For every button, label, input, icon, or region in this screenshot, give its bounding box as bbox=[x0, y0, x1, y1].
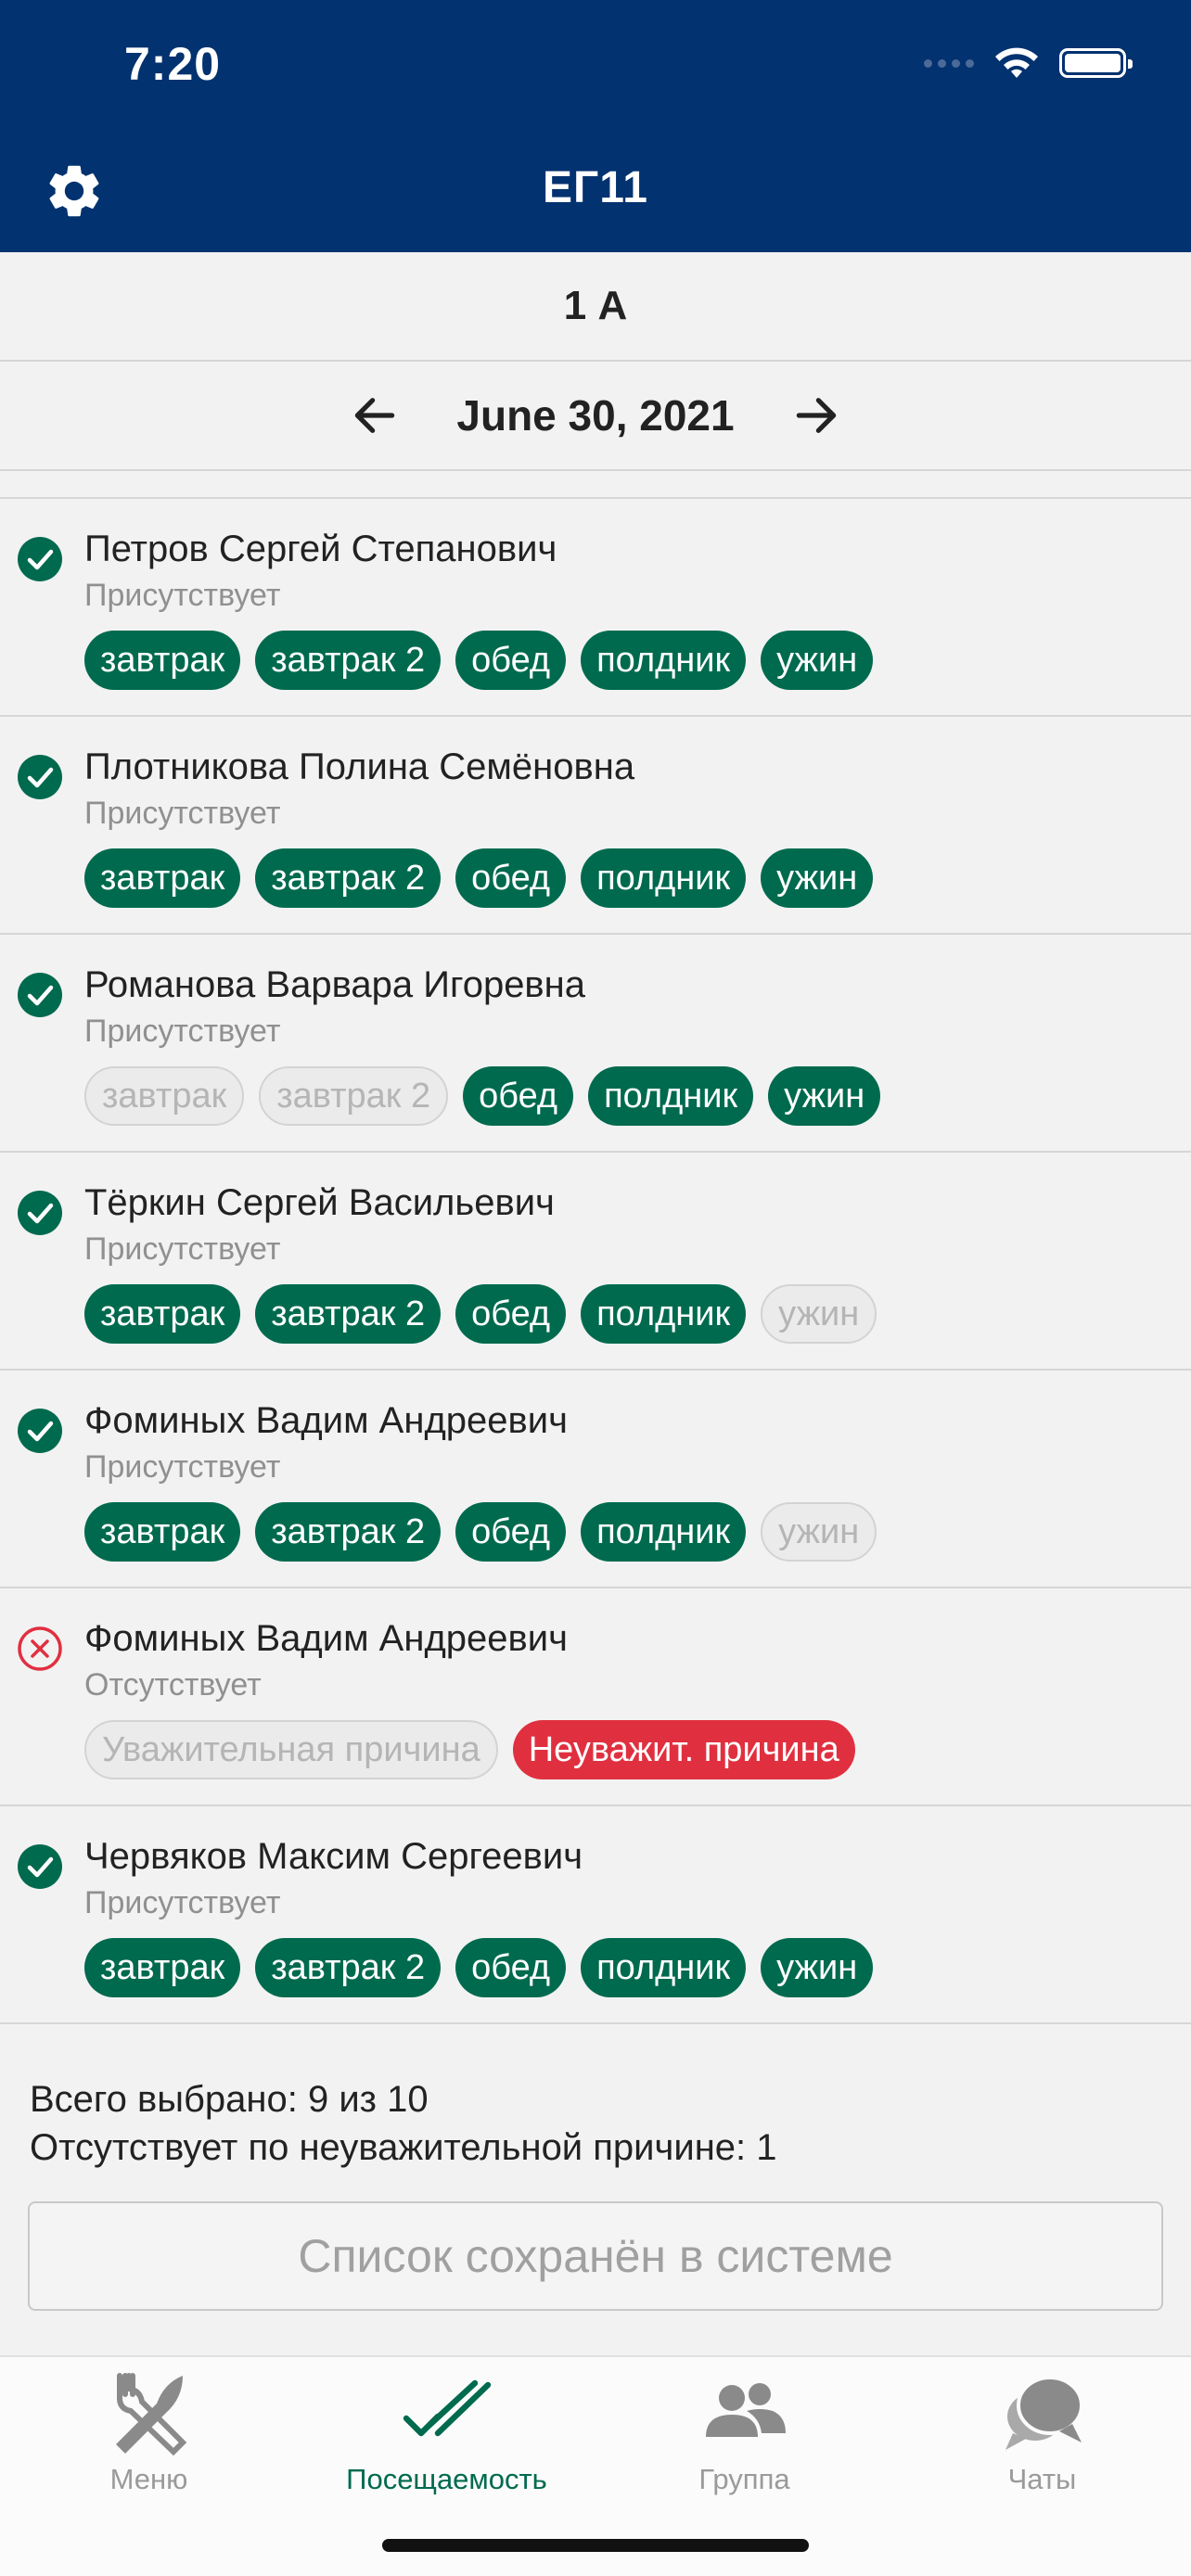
attendance-status: Отсутствует bbox=[84, 1667, 262, 1702]
check-circle-icon[interactable] bbox=[17, 972, 63, 1018]
check-circle-icon[interactable] bbox=[17, 1408, 63, 1454]
tab-attendance[interactable]: Посещаемость bbox=[298, 2357, 596, 2495]
meal-chip[interactable]: завтрак 2 bbox=[255, 631, 442, 690]
app-title: ЕГ11 bbox=[543, 163, 648, 212]
student-name: Червяков Максим Сергеевич bbox=[84, 1836, 583, 1877]
meal-chip[interactable]: завтрак 2 bbox=[255, 1284, 442, 1344]
meal-chip[interactable]: обед bbox=[455, 1284, 567, 1344]
people-icon bbox=[705, 2383, 786, 2437]
meal-chip[interactable]: ужин bbox=[761, 1284, 877, 1344]
check-circle-icon[interactable] bbox=[17, 1843, 63, 1890]
signal-icon bbox=[924, 58, 974, 68]
attendance-status: Присутствует bbox=[84, 578, 281, 613]
save-list-label: Список сохранён в системе bbox=[298, 2230, 893, 2282]
student-row[interactable]: Романова Варвара Игоревна Присутствует зав… bbox=[0, 935, 1191, 1153]
student-row[interactable]: Тёркин Сергей Васильевич Присутствует завт… bbox=[0, 1153, 1191, 1371]
student-name: Тёркин Сергей Васильевич bbox=[84, 1182, 555, 1223]
meal-chip[interactable]: обед bbox=[463, 1066, 574, 1126]
tab-group[interactable]: Группа bbox=[596, 2357, 893, 2495]
meal-chip[interactable]: полдник bbox=[581, 631, 747, 690]
meal-chip[interactable]: завтрак 2 bbox=[255, 1502, 442, 1562]
student-row[interactable]: Петров Сергей Степанович Присутствует завт… bbox=[0, 499, 1191, 717]
meal-chip[interactable]: завтрак bbox=[84, 1502, 241, 1562]
group-selector[interactable]: 1 А bbox=[0, 252, 1191, 362]
meal-chips: завтрак завтрак 2 обед полдник ужин bbox=[84, 1502, 877, 1562]
meal-chip[interactable]: полдник bbox=[581, 1938, 747, 1997]
student-list: Петров Сергей Степанович Присутствует завт… bbox=[0, 499, 1191, 2024]
current-date: June 30, 2021 bbox=[456, 391, 735, 440]
attendance-status: Присутствует bbox=[84, 796, 281, 831]
attendance-status: Присутствует bbox=[84, 1449, 281, 1485]
meal-chip[interactable]: ужин bbox=[761, 848, 874, 908]
meal-chip[interactable]: ужин bbox=[761, 1938, 874, 1997]
meal-chip[interactable]: обед bbox=[455, 631, 567, 690]
meal-chips: завтрак завтрак 2 обед полдник ужин bbox=[84, 631, 874, 690]
tab-attendance-label: Посещаемость bbox=[346, 2463, 547, 2495]
meal-chip[interactable]: полдник bbox=[581, 1502, 747, 1562]
meal-chip[interactable]: завтрак bbox=[84, 848, 241, 908]
meal-chip[interactable]: ужин bbox=[768, 1066, 881, 1126]
meal-chip[interactable]: завтрак 2 bbox=[259, 1066, 449, 1126]
student-row[interactable]: Фоминых Вадим Андреевич Присутствует завтр… bbox=[0, 1371, 1191, 1588]
meal-chip[interactable]: завтрак bbox=[84, 631, 241, 690]
fork-knife-icon bbox=[115, 2373, 186, 2456]
meal-chip[interactable]: завтрак bbox=[84, 1284, 241, 1344]
student-row[interactable]: Плотникова Полина Семёновна Присутствует з… bbox=[0, 717, 1191, 935]
meal-chip[interactable]: полдник bbox=[581, 848, 747, 908]
student-name: Романова Варвара Игоревна bbox=[84, 964, 586, 1005]
student-name: Петров Сергей Степанович bbox=[84, 529, 557, 569]
status-time: 7:20 bbox=[124, 38, 222, 90]
close-circle-icon[interactable] bbox=[17, 1626, 63, 1672]
student-row[interactable]: Фоминых Вадим Андреевич Отсутствует Уважит… bbox=[0, 1588, 1191, 1806]
meal-chip[interactable]: завтрак bbox=[84, 1066, 245, 1126]
tab-chats[interactable]: Чаты bbox=[893, 2357, 1191, 2495]
student-name: Плотникова Полина Семёновна bbox=[84, 746, 635, 787]
date-navigator: June 30, 2021 bbox=[0, 362, 1191, 471]
attendance-summary: Всего выбрано: 9 из 10 Отсутствует по не… bbox=[30, 2075, 777, 2172]
meal-chips: завтрак завтрак 2 обед полдник ужин bbox=[84, 1938, 874, 1997]
meal-chips: завтрак завтрак 2 обед полдник ужин bbox=[84, 1066, 881, 1126]
check-circle-icon[interactable] bbox=[17, 754, 63, 800]
meal-chips: завтрак завтрак 2 обед полдник ужин bbox=[84, 848, 874, 908]
tab-menu-label: Меню bbox=[109, 2463, 188, 2495]
absence-reason-chip[interactable]: Уважительная причина bbox=[84, 1720, 498, 1779]
attendance-status: Присутствует bbox=[84, 1231, 281, 1267]
meal-chip[interactable]: завтрак 2 bbox=[255, 1938, 442, 1997]
selected-count: Всего выбрано: 9 из 10 bbox=[30, 2079, 429, 2120]
check-circle-icon[interactable] bbox=[17, 536, 63, 582]
status-icons bbox=[924, 45, 1133, 82]
arrow-left-icon[interactable] bbox=[349, 389, 401, 441]
chat-bubbles-icon bbox=[1005, 2376, 1083, 2450]
unexcused-count: Отсутствует по неуважительной причине: 1 bbox=[30, 2127, 777, 2168]
tab-menu[interactable]: Меню bbox=[0, 2357, 298, 2495]
app-header: 7:20 ЕГ11 bbox=[0, 0, 1191, 252]
battery-icon bbox=[1059, 48, 1133, 78]
attendance-status: Присутствует bbox=[84, 1014, 281, 1049]
student-row[interactable]: Червяков Максим Сергеевич Присутствует зав… bbox=[0, 1806, 1191, 2024]
meal-chip[interactable]: ужин bbox=[761, 1502, 877, 1562]
save-list-button[interactable]: Список сохранён в системе bbox=[28, 2201, 1163, 2311]
arrow-right-icon[interactable] bbox=[790, 389, 842, 441]
check-circle-icon[interactable] bbox=[17, 1190, 63, 1236]
meal-chip[interactable]: полдник bbox=[581, 1284, 747, 1344]
attendance-status: Присутствует bbox=[84, 1885, 281, 1920]
wifi-icon bbox=[995, 47, 1038, 78]
meal-chip[interactable]: завтрак 2 bbox=[255, 848, 442, 908]
group-name: 1 А bbox=[563, 283, 628, 328]
tab-group-label: Группа bbox=[698, 2463, 790, 2495]
meal-chip[interactable]: обед bbox=[455, 1938, 567, 1997]
meal-chip[interactable]: ужин bbox=[761, 631, 874, 690]
meal-chip[interactable]: завтрак bbox=[84, 1938, 241, 1997]
meal-chip[interactable]: полдник bbox=[588, 1066, 754, 1126]
student-name: Фоминых Вадим Андреевич bbox=[84, 1400, 568, 1441]
meal-chip[interactable]: обед bbox=[455, 848, 567, 908]
tab-chats-label: Чаты bbox=[1007, 2463, 1077, 2495]
meal-chip[interactable]: обед bbox=[455, 1502, 567, 1562]
double-check-icon bbox=[403, 2379, 491, 2437]
meal-chips: Уважительная причина Неуважит. причина bbox=[84, 1720, 855, 1779]
home-indicator bbox=[382, 2539, 809, 2552]
student-name: Фоминых Вадим Андреевич bbox=[84, 1618, 568, 1659]
meal-chips: завтрак завтрак 2 обед полдник ужин bbox=[84, 1284, 877, 1344]
absence-reason-chip[interactable]: Неуважит. причина bbox=[512, 1720, 855, 1779]
